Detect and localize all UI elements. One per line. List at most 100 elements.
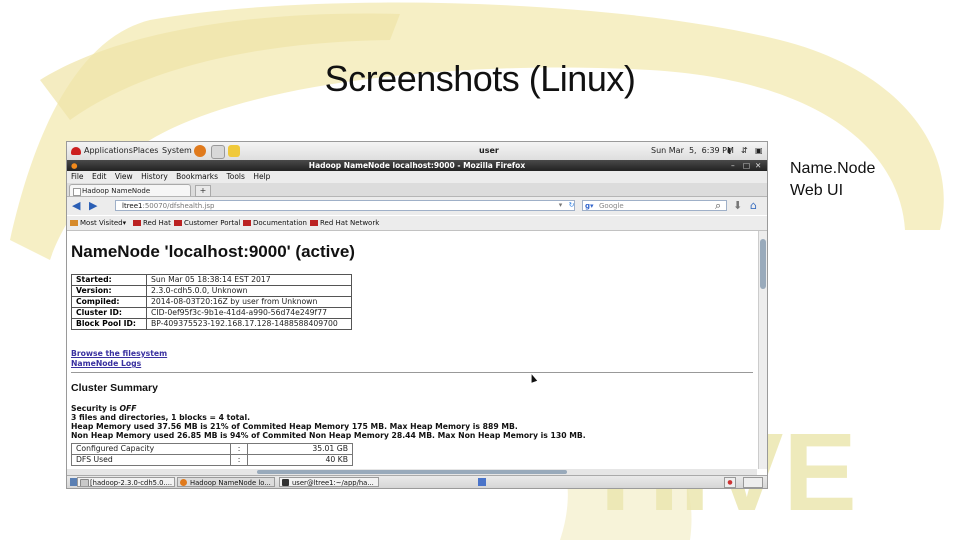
back-arrow-icon[interactable]: ◀ [72, 200, 80, 212]
taskbar-item-firefox[interactable]: Hadoop NameNode lo... [177, 477, 275, 487]
places-menu[interactable]: Places [133, 146, 158, 155]
menu-history[interactable]: History [141, 172, 168, 181]
bookmark-most-visited[interactable]: Most Visited▾ [70, 216, 126, 230]
vertical-scrollbar[interactable] [758, 231, 767, 469]
system-menu[interactable]: System [162, 146, 192, 155]
scrollbar-thumb[interactable] [257, 470, 567, 474]
url-host: ltree1 [122, 202, 143, 210]
new-tab-button[interactable]: + [195, 185, 211, 197]
menu-tools[interactable]: Tools [226, 172, 244, 181]
table-row: Block Pool ID: BP-409375523-192.168.17.12… [71, 318, 352, 330]
menu-help[interactable]: Help [253, 172, 270, 181]
redhat-icon [71, 146, 81, 155]
url-dropdown-icon[interactable]: ▾ [555, 200, 566, 211]
network-icon[interactable]: ⇵ [741, 146, 748, 155]
row-label: Block Pool ID: [71, 318, 147, 330]
capacity-separator: : [230, 443, 248, 455]
bookmark-red-hat-network[interactable]: Red Hat Network [310, 216, 379, 230]
redhat-bookmark-icon [133, 220, 141, 226]
side-note: Name.Node Web UI [790, 158, 875, 202]
forward-arrow-icon[interactable]: ▶ [89, 200, 97, 212]
close-icon[interactable]: ✕ [755, 160, 761, 171]
table-row: Cluster ID: CID-0ef95f3c-9b1e-41d4-a990-5… [71, 307, 352, 319]
menu-edit[interactable]: Edit [92, 172, 107, 181]
maximize-icon[interactable]: □ [743, 160, 750, 171]
mouse-pointer-icon [528, 373, 538, 383]
page-content: NameNode 'localhost:9000' (active) Start… [67, 231, 757, 469]
trash-icon[interactable] [743, 477, 763, 488]
magnifier-icon[interactable]: ⌕ [715, 200, 721, 212]
gnome-top-panel: Applications Places System user Sun Mar … [67, 142, 767, 161]
navigation-toolbar: ◀ ▶ ltree1:50070/dfshealth.jsp ▾ ↻ g▾ Go… [67, 197, 767, 215]
folder-icon [80, 479, 89, 486]
power-icon[interactable]: ▣ [755, 146, 763, 155]
clock[interactable]: Sun Mar 5, 6:39 PM [651, 146, 734, 155]
speaker-icon[interactable]: ◖ [727, 146, 731, 155]
workspace-switcher-icon[interactable] [478, 478, 486, 486]
heap-memory-summary: Heap Memory used 37.56 MB is 21% of Comm… [71, 422, 518, 431]
table-row: Started: Sun Mar 05 18:38:14 EST 2017 [71, 274, 352, 286]
capacity-label: DFS Used [71, 454, 231, 466]
taskbar-item-terminal[interactable]: user@ltree1:~/app/ha... [279, 477, 379, 487]
capacity-separator: : [230, 454, 248, 466]
non-heap-memory-summary: Non Heap Memory used 26.85 MB is 94% of … [71, 431, 586, 440]
home-icon[interactable]: ⌂ [750, 200, 757, 212]
slide-title: Screenshots (Linux) [324, 58, 636, 99]
side-note-line-1: Name.Node [790, 160, 876, 177]
download-icon[interactable]: ⬇ [733, 200, 742, 212]
window-title: Hadoop NameNode localhost:9000 - Mozilla… [308, 161, 526, 170]
cluster-summary-heading: Cluster Summary [71, 382, 158, 394]
side-note-line-2: Web UI [790, 182, 844, 199]
search-box[interactable]: g▾ Google [582, 200, 727, 211]
url-bar[interactable]: ltree1:50070/dfshealth.jsp [115, 200, 575, 211]
row-label: Started: [71, 274, 147, 286]
tab-hadoop-namenode[interactable]: Hadoop NameNode localhost:9... [69, 184, 191, 207]
capacity-value: 40 KB [247, 454, 353, 466]
firefox-title-bar: ● Hadoop NameNode localhost:9000 - Mozil… [67, 160, 767, 171]
bookmark-red-hat[interactable]: Red Hat [133, 216, 171, 230]
current-user-label: user [479, 146, 499, 155]
table-row: DFS Used : 40 KB [71, 454, 353, 466]
capacity-table: Configured Capacity : 35.01 GB DFS Used … [71, 443, 353, 466]
browse-filesystem-link[interactable]: Browse the filesystem [71, 349, 167, 358]
menu-bookmarks[interactable]: Bookmarks [176, 172, 218, 181]
firefox-icon [180, 479, 187, 486]
url-path: :50070/dfshealth.jsp [142, 202, 215, 210]
bookmark-documentation[interactable]: Documentation [243, 216, 307, 230]
firefox-launcher-icon[interactable] [194, 145, 206, 157]
minimize-icon[interactable]: – [731, 160, 735, 171]
search-engine-icon[interactable]: g▾ [585, 201, 594, 212]
firefox-menu-bar: File Edit View History Bookmarks Tools H… [67, 171, 767, 183]
terminal-icon [282, 479, 289, 486]
tab-bar: Hadoop NameNode localhost:9... + [67, 183, 767, 207]
redhat-bookmark-icon [310, 220, 318, 226]
divider [71, 372, 753, 373]
menu-file[interactable]: File [71, 172, 84, 181]
table-row: Configured Capacity : 35.01 GB [71, 443, 353, 455]
taskbar-item-file-manager[interactable]: [hadoop-2.3.0-cdh5.0.... [77, 477, 175, 487]
reload-icon[interactable]: ↻ [566, 200, 577, 211]
bookmark-customer-portal[interactable]: Customer Portal [174, 216, 240, 230]
row-value: 2014-08-03T20:16Z by user from Unknown [146, 296, 352, 308]
namenode-info-table: Started: Sun Mar 05 18:38:14 EST 2017 Ver… [71, 274, 352, 330]
files-summary: 3 files and directories, 1 blocks = 4 to… [71, 413, 251, 422]
firefox-tray-icon[interactable]: ● [724, 477, 736, 488]
capacity-value: 35.01 GB [247, 443, 353, 455]
row-value: 2.3.0-cdh5.0.0, Unknown [146, 285, 352, 297]
security-value: OFF [119, 404, 137, 413]
row-label: Cluster ID: [71, 307, 147, 319]
namenode-logs-link[interactable]: NameNode Logs [71, 359, 141, 368]
applications-menu[interactable]: Applications [71, 146, 133, 155]
redhat-bookmark-icon [243, 220, 251, 226]
folder-icon [70, 220, 78, 226]
scrollbar-thumb[interactable] [760, 239, 766, 289]
row-value: Sun Mar 05 18:38:14 EST 2017 [146, 274, 352, 286]
row-value: CID-0ef95f3c-9b1e-41d4-a990-56d74e249f77 [146, 307, 352, 319]
search-placeholder: Google [599, 202, 624, 210]
mail-launcher-icon[interactable] [211, 145, 225, 159]
menu-view[interactable]: View [115, 172, 133, 181]
notes-launcher-icon[interactable] [228, 145, 240, 157]
bookmarks-toolbar: Most Visited▾ Red Hat Customer Portal Do… [67, 216, 767, 231]
firefox-window-icon: ● [71, 161, 78, 170]
screenshot-window: Applications Places System user Sun Mar … [66, 141, 768, 489]
